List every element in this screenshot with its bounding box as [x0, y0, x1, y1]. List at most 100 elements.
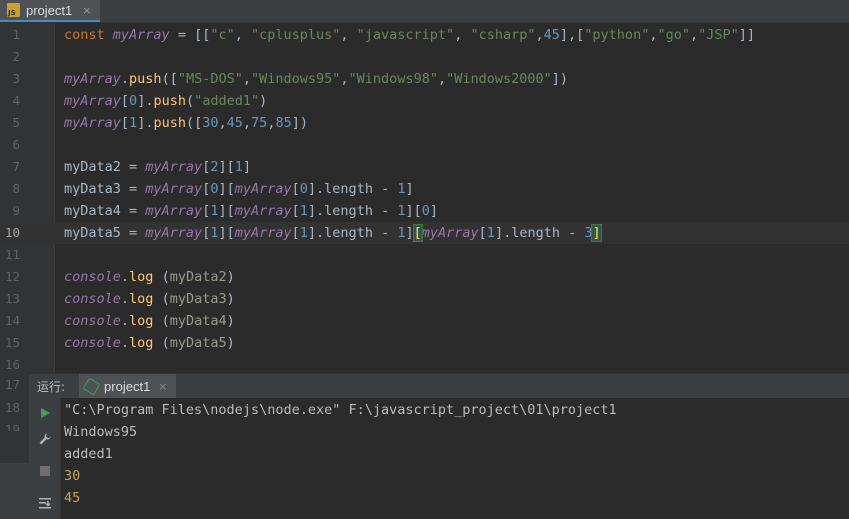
code-token: "Windows95": [251, 71, 341, 87]
code-token: "JSP": [698, 27, 739, 43]
code-token: myArray: [145, 181, 203, 197]
code-text: myData2 = myArray[2][1]: [64, 156, 251, 178]
code-token: [: [291, 203, 300, 219]
code-token: myData4: [169, 313, 227, 329]
close-icon[interactable]: ×: [82, 4, 91, 17]
run-tab-project1[interactable]: project1 ×: [79, 374, 176, 398]
code-token: 1: [486, 225, 495, 241]
code-token: ][: [218, 203, 235, 219]
code-line[interactable]: 3 myArray.push(["MS-DOS","Windows95","Win…: [0, 68, 849, 90]
code-token: push: [153, 115, 186, 131]
side-panel-strip: [0, 463, 29, 519]
settings-button[interactable]: [35, 429, 55, 449]
run-icon: [41, 408, 50, 418]
code-token: "Windows98": [348, 71, 438, 87]
code-token: "go": [657, 27, 690, 43]
line-number: 17: [4, 377, 20, 392]
run-output-console[interactable]: "C:\Program Files\nodejs\node.exe" F:\ja…: [61, 398, 849, 519]
close-icon[interactable]: ×: [158, 380, 167, 393]
code-token: ([: [185, 115, 203, 131]
line-number: 18: [4, 400, 20, 415]
code-line[interactable]: 4 myArray[0].push("added1"): [0, 90, 849, 112]
code-token: myArray: [64, 115, 121, 131]
code-token: ): [226, 335, 235, 351]
editor-tab-bar: JS project1 ×: [0, 0, 849, 23]
code-token: 0: [129, 93, 138, 109]
code-line[interactable]: 9 myData4 = myArray[1][myArray[1].length …: [0, 200, 849, 222]
code-token: ): [259, 93, 268, 109]
code-token: [: [120, 93, 130, 109]
code-token: ]: [405, 181, 414, 197]
code-token: .: [120, 313, 130, 329]
console-line: Windows95: [64, 424, 138, 440]
code-line[interactable]: 15 console.log (myData5): [0, 332, 849, 354]
code-line[interactable]: 13 console.log (myData3): [0, 288, 849, 310]
code-token: myArray: [112, 27, 170, 43]
code-token: ,: [340, 71, 349, 87]
code-token: (: [185, 93, 195, 109]
code-token: console: [64, 291, 121, 307]
code-text: console.log (myData2): [64, 266, 235, 288]
code-token: "csharp": [470, 27, 536, 43]
code-token: 1: [299, 225, 308, 241]
code-token: 45: [543, 27, 560, 43]
tab-label: project1: [26, 2, 73, 18]
code-line[interactable]: 14 console.log (myData4): [0, 310, 849, 332]
code-token: ([: [161, 71, 178, 87]
code-line[interactable]: 5 myArray[1].push([30,45,75,85]): [0, 112, 849, 134]
line-number: 14: [4, 313, 20, 328]
code-token: myArray: [145, 203, 203, 219]
code-token: log: [129, 269, 154, 285]
code-text: myArray[1].push([30,45,75,85]): [64, 112, 308, 134]
scroll-to-end-button[interactable]: [35, 493, 55, 513]
console-line: 45: [64, 490, 81, 506]
code-token: "python": [584, 27, 650, 43]
code-token: [: [412, 224, 423, 242]
code-line[interactable]: 10 myData5 = myArray[1][myArray[1].length…: [0, 222, 849, 244]
code-token: ][: [405, 203, 422, 219]
code-text: myArray[0].push("added1"): [64, 90, 267, 112]
line-number: 9: [12, 203, 20, 218]
code-token: ].length -: [307, 181, 398, 197]
code-token: myArray: [234, 225, 292, 241]
code-token: ,: [340, 27, 357, 43]
code-token: log: [129, 335, 154, 351]
code-token: myData2: [169, 269, 227, 285]
line-number: 12: [4, 269, 20, 284]
tab-project1[interactable]: JS project1 ×: [0, 0, 100, 22]
scroll-to-end-icon: [39, 498, 51, 509]
code-line[interactable]: 8 myData3 = myArray[0][myArray[0].length …: [0, 178, 849, 200]
code-line[interactable]: 2: [0, 46, 849, 68]
code-line[interactable]: 1 const myArray = [["c", "cplusplus", "ja…: [0, 24, 849, 46]
code-token: push: [153, 93, 186, 109]
code-token: log: [129, 291, 154, 307]
code-token: ,: [234, 27, 251, 43]
code-token: console: [64, 313, 121, 329]
line-number: 11: [4, 247, 20, 262]
code-token: myArray: [421, 225, 479, 241]
code-token: "added1": [194, 93, 260, 109]
code-token: "Windows2000": [446, 71, 552, 87]
code-token: ][: [218, 159, 235, 175]
code-line[interactable]: 12 console.log (myData2): [0, 266, 849, 288]
line-number-gutter-lower: 17 18 19: [0, 373, 29, 463]
line-number: 13: [4, 291, 20, 306]
code-line[interactable]: 6: [0, 134, 849, 156]
code-token: ]]: [738, 27, 756, 43]
code-token: ]: [591, 224, 602, 242]
code-editor[interactable]: 1 const myArray = [["c", "cplusplus", "ja…: [0, 23, 849, 373]
code-text: console.log (myData5): [64, 332, 235, 354]
code-token: 0: [299, 181, 308, 197]
code-line[interactable]: 7 myData2 = myArray[2][1]: [0, 156, 849, 178]
code-line[interactable]: 11: [0, 244, 849, 266]
rerun-button[interactable]: [35, 403, 55, 423]
stop-button[interactable]: [35, 461, 55, 481]
code-token: 75: [251, 115, 268, 131]
wrench-icon: [39, 433, 51, 445]
line-number: 5: [12, 115, 20, 130]
code-token: ,: [437, 71, 447, 87]
code-token: myData2 =: [64, 159, 146, 175]
code-line[interactable]: 16: [0, 354, 849, 373]
code-token: ,: [218, 115, 227, 131]
code-token: ].length -: [307, 225, 398, 241]
